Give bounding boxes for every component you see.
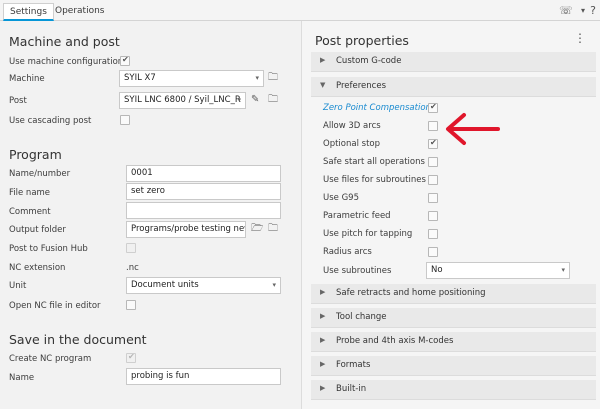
use-cascading-post-checkbox[interactable] <box>120 115 130 125</box>
chevron-down-icon: ▾ <box>255 74 259 82</box>
edit-icon[interactable]: ✎ <box>251 94 259 106</box>
post-properties-title: Post properties <box>315 33 409 48</box>
chevron-down-icon: ▾ <box>237 96 241 104</box>
file-name-label: File name <box>9 188 51 198</box>
pref-radius-arcs-label: Radius arcs <box>323 247 372 257</box>
tab-bar: Settings Operations ☏ ▾ ? <box>0 0 600 21</box>
unit-label: Unit <box>9 281 27 291</box>
pref-safe-start-label: Safe start all operations <box>323 157 425 167</box>
chevron-right-icon: ▶ <box>320 56 326 64</box>
comment-label: Comment <box>9 207 51 217</box>
chevron-right-icon: ▶ <box>320 360 326 368</box>
unit-value: Document units <box>131 280 199 290</box>
name-number-label: Name/number <box>9 169 71 179</box>
post-properties-panel: Post properties ⋮ ▶ Custom G-code ▼ Pref… <box>302 21 600 409</box>
pref-parametric-feed-checkbox[interactable] <box>428 211 438 221</box>
group-probe-4th-axis[interactable]: ▶ Probe and 4th axis M-codes <box>311 332 596 352</box>
file-name-input[interactable]: set zero <box>126 183 281 200</box>
pref-zero-point-compensation-label[interactable]: Zero Point Compensation <box>323 103 431 113</box>
pref-use-g95-label: Use G95 <box>323 193 359 203</box>
pref-zero-point-compensation-checkbox[interactable] <box>428 102 438 113</box>
group-probe-4th-axis-label: Probe and 4th axis M-codes <box>336 336 454 346</box>
use-cascading-post-label: Use cascading post <box>9 116 92 126</box>
post-to-fusion-hub-checkbox[interactable] <box>126 243 136 253</box>
group-preferences[interactable]: ▼ Preferences <box>311 77 596 97</box>
chevron-right-icon: ▶ <box>320 384 326 392</box>
nc-extension-label: NC extension <box>9 263 66 273</box>
pref-use-subroutines-label: Use subroutines <box>323 266 392 276</box>
group-preferences-label: Preferences <box>336 81 386 91</box>
tab-settings[interactable]: Settings <box>3 3 54 21</box>
section-title-program: Program <box>9 147 62 162</box>
group-safe-retracts-label: Safe retracts and home positioning <box>336 288 486 298</box>
group-builtin[interactable]: ▶ Built-in <box>311 380 596 400</box>
group-tool-change-label: Tool change <box>336 312 387 322</box>
pref-use-files-subroutines-label: Use files for subroutines <box>323 175 426 185</box>
create-nc-program-checkbox[interactable] <box>126 352 136 363</box>
group-safe-retracts[interactable]: ▶ Safe retracts and home positioning <box>311 284 596 304</box>
post-to-fusion-hub-label: Post to Fusion Hub <box>9 244 88 254</box>
machine-select[interactable]: SYIL X7 ▾ <box>119 70 264 87</box>
folder-icon[interactable]: 🗀 <box>268 72 278 84</box>
machine-label: Machine <box>9 74 45 84</box>
name-number-input[interactable]: 0001 <box>126 165 281 182</box>
save-name-input[interactable]: probing is fun <box>126 368 281 385</box>
post-value: SYIL LNC 6800 / Syil_LNC_R <box>124 95 241 105</box>
pref-radius-arcs-checkbox[interactable] <box>428 247 438 257</box>
comment-input[interactable] <box>126 202 281 219</box>
pref-use-pitch-tapping-label: Use pitch for tapping <box>323 229 413 239</box>
pref-allow-3d-arcs-checkbox[interactable] <box>428 121 438 131</box>
output-folder-label: Output folder <box>9 225 66 235</box>
chevron-right-icon: ▶ <box>320 312 326 320</box>
chevron-down-icon: ▾ <box>272 281 276 289</box>
output-folder-input[interactable]: Programs/probe testing new <box>126 221 246 238</box>
folder-icon[interactable]: 🗀 <box>268 223 278 235</box>
group-builtin-label: Built-in <box>336 384 367 394</box>
section-title-save-in-document: Save in the document <box>9 332 147 347</box>
folder-cloud-icon[interactable]: 🗁 <box>251 223 263 235</box>
post-select[interactable]: SYIL LNC 6800 / Syil_LNC_R ▾ <box>119 92 246 109</box>
settings-panel: Machine and post Use machine configurati… <box>0 21 301 409</box>
post-label: Post <box>9 96 27 106</box>
chevron-down-icon: ▼ <box>320 81 326 89</box>
use-machine-configuration-checkbox[interactable] <box>120 55 130 66</box>
phone-icon[interactable]: ☏ <box>559 4 573 18</box>
pref-safe-start-checkbox[interactable] <box>428 157 438 167</box>
group-formats[interactable]: ▶ Formats <box>311 356 596 376</box>
open-nc-file-checkbox[interactable] <box>126 300 136 310</box>
chevron-down-icon: ▾ <box>561 266 565 274</box>
open-nc-file-label: Open NC file in editor <box>9 301 101 311</box>
machine-value: SYIL X7 <box>124 73 156 83</box>
pref-optional-stop-label: Optional stop <box>323 139 380 149</box>
chevron-right-icon: ▶ <box>320 288 326 296</box>
use-subroutines-value: No <box>431 265 443 275</box>
folder-icon[interactable]: 🗀 <box>268 94 278 106</box>
annotation-arrow <box>446 113 500 145</box>
nc-extension-value: .nc <box>126 263 139 273</box>
create-nc-program-label: Create NC program <box>9 354 92 364</box>
group-tool-change[interactable]: ▶ Tool change <box>311 308 596 328</box>
unit-select[interactable]: Document units ▾ <box>126 277 281 294</box>
pref-optional-stop-checkbox[interactable] <box>428 138 438 149</box>
use-machine-configuration-label: Use machine configuration <box>9 57 124 67</box>
save-name-label: Name <box>9 373 35 383</box>
pref-use-files-subroutines-checkbox[interactable] <box>428 175 438 185</box>
pref-parametric-feed-label: Parametric feed <box>323 211 391 221</box>
section-title-machine-post: Machine and post <box>9 34 120 49</box>
help-icon[interactable]: ? <box>586 4 600 18</box>
pref-allow-3d-arcs-label: Allow 3D arcs <box>323 121 381 131</box>
pref-use-pitch-tapping-checkbox[interactable] <box>428 229 438 239</box>
kebab-menu-icon[interactable]: ⋮ <box>574 31 586 45</box>
group-custom-gcode-label: Custom G-code <box>336 56 402 66</box>
pref-use-subroutines-select[interactable]: No ▾ <box>426 262 570 279</box>
tab-operations[interactable]: Operations <box>49 3 110 21</box>
group-formats-label: Formats <box>336 360 371 370</box>
chevron-right-icon: ▶ <box>320 336 326 344</box>
pref-use-g95-checkbox[interactable] <box>428 193 438 203</box>
group-custom-gcode[interactable]: ▶ Custom G-code <box>311 52 596 72</box>
